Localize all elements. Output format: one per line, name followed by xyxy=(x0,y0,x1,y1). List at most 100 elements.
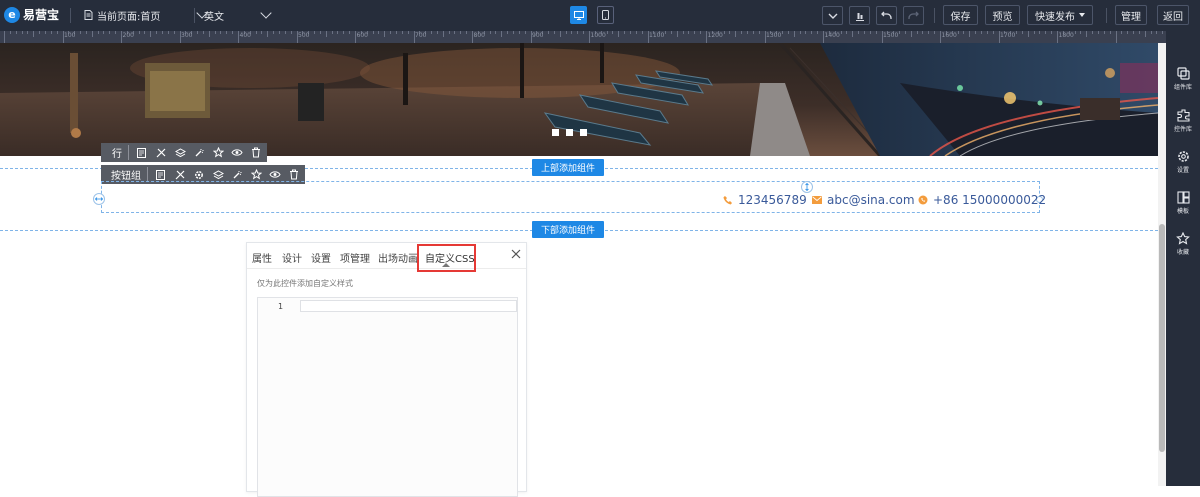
eye-icon[interactable] xyxy=(269,169,281,181)
ruler-tick xyxy=(1051,31,1053,34)
slide-dot[interactable] xyxy=(566,129,573,136)
tab-entrance-animation[interactable]: 出场动画 xyxy=(378,250,418,265)
template-icon xyxy=(1176,191,1190,204)
css-input-line[interactable] xyxy=(300,300,517,312)
ruler-tick xyxy=(700,31,702,34)
magic-wand-icon[interactable] xyxy=(193,147,205,159)
ruler-tick xyxy=(202,31,204,34)
resize-vertical-handle[interactable] xyxy=(801,181,813,193)
ruler-tick xyxy=(103,31,105,34)
back-button[interactable]: 返回 xyxy=(1157,5,1189,25)
redo-button[interactable] xyxy=(903,6,924,25)
resize-horizontal-handle[interactable] xyxy=(93,193,105,205)
ruler-label: 1800 xyxy=(1058,32,1074,39)
ruler-tick xyxy=(1162,31,1164,34)
ruler-tick xyxy=(922,31,924,34)
publish-button[interactable]: 快速发布 xyxy=(1027,5,1093,25)
ruler-tick xyxy=(741,31,743,34)
ruler-tick xyxy=(1109,31,1111,34)
sidebar-item-settings[interactable]: 设置 xyxy=(1166,150,1200,184)
sidebar-item-control-library[interactable]: 控件库 xyxy=(1166,109,1200,143)
ruler-tick xyxy=(548,31,550,34)
desktop-view-button[interactable] xyxy=(570,6,587,24)
add-component-below-button[interactable]: 下部添加组件 xyxy=(532,221,604,238)
ruler-tick xyxy=(1121,31,1123,34)
tab-settings[interactable]: 设置 xyxy=(311,250,331,265)
contact-whatsapp[interactable]: +86 15000000022 xyxy=(918,193,1046,207)
ruler-label: 800 xyxy=(473,32,485,39)
top-bar: e 易营宝 当前页面:首页 英文 保存 预览 快速发布 管理 返回 xyxy=(0,0,1200,31)
layers-icon[interactable] xyxy=(212,169,224,181)
ruler-tick xyxy=(1115,31,1117,43)
ruler-tick xyxy=(109,31,111,34)
gear-icon[interactable] xyxy=(193,169,205,181)
ruler-tick xyxy=(97,31,99,34)
vertical-scrollbar[interactable] xyxy=(1158,43,1166,486)
ruler-tick xyxy=(793,31,795,37)
ruler-tick xyxy=(33,31,35,37)
sidebar-label: 设置 xyxy=(1176,167,1189,174)
magic-wand-icon[interactable] xyxy=(231,169,243,181)
ruler-tick xyxy=(1027,31,1029,37)
scrollbar-thumb[interactable] xyxy=(1159,224,1165,452)
manage-button[interactable]: 管理 xyxy=(1115,5,1147,25)
tab-properties[interactable]: 属性 xyxy=(252,250,272,265)
ruler-label: 700 xyxy=(415,32,427,39)
chevron-down-icon xyxy=(260,7,272,19)
ruler-tick xyxy=(565,31,567,34)
language-select[interactable]: 英文 xyxy=(204,6,272,24)
star-icon[interactable] xyxy=(212,147,224,159)
ruler-tick xyxy=(916,31,918,34)
mobile-view-button[interactable] xyxy=(597,6,614,24)
ruler-tick xyxy=(1097,31,1099,34)
trash-icon[interactable] xyxy=(250,147,262,159)
ruler-tick xyxy=(507,31,509,34)
slide-dot[interactable] xyxy=(552,129,559,136)
star-icon[interactable] xyxy=(250,169,262,181)
page-select-label: 当前页面:首页 xyxy=(97,11,161,23)
tab-design[interactable]: 设计 xyxy=(282,250,302,265)
ruler-tick xyxy=(928,31,930,34)
slide-dot[interactable] xyxy=(580,129,587,136)
undo-icon xyxy=(881,11,892,19)
preview-button[interactable]: 预览 xyxy=(985,5,1020,25)
page-select[interactable]: 当前页面:首页 xyxy=(84,6,209,24)
contact-phone[interactable]: 123456789 xyxy=(723,193,807,207)
undo-button[interactable] xyxy=(876,6,897,25)
ruler-tick xyxy=(559,31,561,37)
css-editor[interactable]: 1 xyxy=(257,297,518,497)
sidebar-item-component-library[interactable]: 组件库 xyxy=(1166,67,1200,101)
logo[interactable]: e 易营宝 xyxy=(4,6,59,23)
ruler-tick xyxy=(1045,31,1047,34)
ruler-tick xyxy=(1138,31,1140,34)
layers-icon[interactable] xyxy=(174,147,186,159)
tools-icon[interactable] xyxy=(174,169,186,181)
tools-icon[interactable] xyxy=(155,147,167,159)
ruler-tick xyxy=(799,31,801,34)
contact-email[interactable]: abc@sina.com xyxy=(812,193,915,207)
ruler-tick xyxy=(805,31,807,34)
sidebar-item-template[interactable]: 模板 xyxy=(1166,191,1200,225)
ruler-label: 1700 xyxy=(1000,32,1016,39)
banner-slideshow[interactable] xyxy=(0,43,1158,156)
save-button[interactable]: 保存 xyxy=(943,5,978,25)
button-group-toolbar-label: 按钮组 xyxy=(106,167,148,182)
chevron-down-icon xyxy=(828,13,837,19)
close-icon[interactable] xyxy=(511,249,521,259)
edit-icon[interactable] xyxy=(155,169,167,181)
eye-icon[interactable] xyxy=(231,147,243,159)
edit-icon[interactable] xyxy=(136,147,148,159)
ruler-tick xyxy=(635,31,637,34)
trash-icon[interactable] xyxy=(288,169,300,181)
ruler-tick xyxy=(208,31,210,37)
ruler-tick xyxy=(746,31,748,34)
ruler-tick xyxy=(448,31,450,34)
add-component-above-button[interactable]: 上部添加组件 xyxy=(532,159,604,176)
resize-vertical-icon xyxy=(805,183,809,191)
collapse-button[interactable] xyxy=(822,6,843,25)
align-button[interactable] xyxy=(849,6,870,25)
sidebar-item-favorite[interactable]: 收藏 xyxy=(1166,232,1200,266)
page-icon xyxy=(84,10,93,20)
tab-item-management[interactable]: 项管理 xyxy=(340,250,370,265)
editor-gutter: 1 xyxy=(258,298,292,496)
